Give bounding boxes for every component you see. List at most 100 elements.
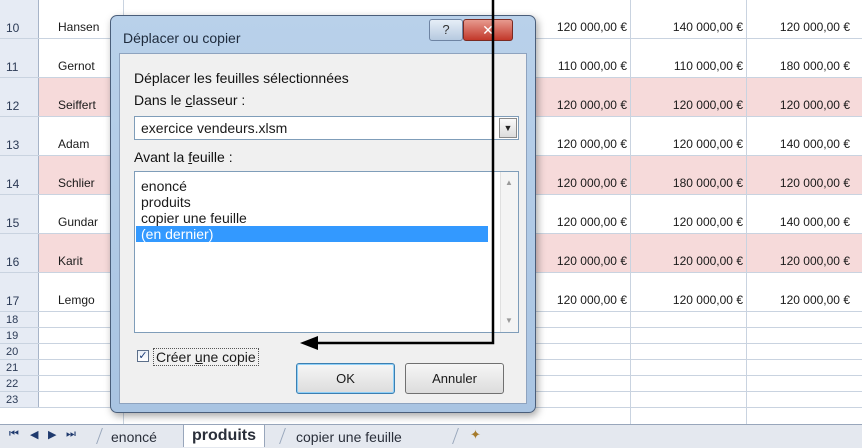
scroll-down-icon[interactable]: ▼ [505, 316, 513, 325]
amount-cell[interactable]: 140 000,00 € [780, 137, 850, 151]
amount-cell[interactable]: 140 000,00 € [673, 20, 743, 34]
workbook-label: Dans le classeur : [134, 92, 245, 108]
column-gridline [746, 0, 747, 424]
tab-divider [279, 428, 286, 444]
amount-cell[interactable]: 180 000,00 € [673, 176, 743, 190]
row-header[interactable]: 14 [0, 156, 39, 194]
row-number: 23 [6, 394, 19, 406]
row-header[interactable]: 17 [0, 273, 39, 311]
seller-name-cell[interactable]: Gernot [58, 59, 95, 73]
move-sheets-label: Déplacer les feuilles sélectionnées [134, 70, 349, 86]
tab-divider [452, 428, 459, 444]
row-number: 14 [6, 177, 20, 191]
amount-cell[interactable]: 120 000,00 € [673, 137, 743, 151]
amount-cell[interactable]: 120 000,00 € [557, 137, 627, 151]
row-number: 11 [6, 60, 19, 74]
amount-cell[interactable]: 120 000,00 € [557, 176, 627, 190]
previous-sheet-button[interactable]: ◀ [30, 428, 38, 441]
chevron-down-icon[interactable]: ▼ [499, 118, 517, 138]
row-header[interactable]: 19 [0, 328, 39, 343]
next-sheet-button[interactable]: ▶ [48, 428, 56, 441]
amount-cell[interactable]: 180 000,00 € [780, 59, 850, 73]
row-number: 19 [6, 330, 19, 342]
amount-cell[interactable]: 120 000,00 € [557, 215, 627, 229]
tab-divider [96, 428, 103, 444]
amount-cell[interactable]: 110 000,00 € [674, 59, 743, 73]
list-item[interactable]: produits [136, 194, 488, 210]
seller-name-cell[interactable]: Adam [58, 137, 89, 151]
amount-cell[interactable]: 120 000,00 € [557, 98, 627, 112]
create-copy-label[interactable]: Créer une copie [153, 348, 259, 366]
list-item[interactable]: enoncé [136, 178, 488, 194]
amount-cell[interactable]: 120 000,00 € [780, 254, 850, 268]
list-item-selected[interactable]: (en dernier) [136, 226, 488, 242]
seller-name-cell[interactable]: Karit [58, 254, 83, 268]
amount-cell[interactable]: 120 000,00 € [673, 98, 743, 112]
seller-name-cell[interactable]: Schlier [58, 176, 95, 190]
row-header[interactable]: 21 [0, 360, 39, 375]
amount-cell[interactable]: 110 000,00 € [558, 59, 627, 73]
ok-button[interactable]: OK [296, 363, 395, 394]
tab-produits[interactable]: produits [183, 425, 265, 447]
amount-cell[interactable]: 120 000,00 € [780, 98, 850, 112]
before-sheet-label-text: euille : [192, 149, 233, 165]
amount-cell[interactable]: 120 000,00 € [557, 293, 627, 307]
create-copy-label-text: ne copie [202, 349, 256, 365]
create-copy-label-text: Créer [156, 349, 195, 365]
amount-cell[interactable]: 140 000,00 € [780, 215, 850, 229]
row-number: 18 [6, 314, 19, 326]
seller-name-cell[interactable]: Gundar [58, 215, 98, 229]
dialog-body: Déplacer les feuilles sélectionnées Dans… [119, 53, 527, 404]
scroll-up-icon[interactable]: ▲ [505, 178, 513, 187]
list-scrollbar[interactable]: ▲ ▼ [500, 172, 518, 332]
workbook-label-text: Dans le [134, 92, 186, 108]
row-header[interactable]: 23 [0, 392, 39, 407]
last-sheet-button[interactable]: ⏭ [66, 428, 76, 441]
amount-cell[interactable]: 120 000,00 € [780, 20, 850, 34]
checkmark-icon[interactable]: ✓ [137, 350, 149, 362]
workbook-select-value: exercice vendeurs.xlsm [141, 120, 288, 136]
amount-cell[interactable]: 120 000,00 € [557, 254, 627, 268]
amount-cell[interactable]: 120 000,00 € [673, 254, 743, 268]
row-header[interactable]: 16 [0, 234, 39, 272]
row-number: 17 [6, 294, 20, 308]
row-header[interactable]: 10 [0, 0, 39, 38]
workbook-label-text: lasseur : [192, 92, 246, 108]
help-button[interactable]: ? [429, 19, 463, 41]
row-header[interactable]: 12 [0, 78, 39, 116]
amount-cell[interactable]: 120 000,00 € [557, 20, 627, 34]
row-number: 12 [6, 99, 20, 113]
seller-name-cell[interactable]: Seiffert [58, 98, 96, 112]
row-number: 13 [6, 138, 20, 152]
tab-enonce[interactable]: enoncé [111, 427, 157, 447]
before-sheet-label: Avant la feuille : [134, 149, 233, 165]
row-header[interactable]: 13 [0, 117, 39, 155]
amount-cell[interactable]: 120 000,00 € [673, 215, 743, 229]
row-header[interactable]: 20 [0, 344, 39, 359]
row-header[interactable]: 11 [0, 39, 39, 77]
cancel-button[interactable]: Annuler [405, 363, 504, 394]
workbook-select[interactable]: exercice vendeurs.xlsm ▼ [134, 116, 519, 140]
sheet-tab-bar: ⏮ ◀ ▶ ⏭ enoncé produits copier une feuil… [0, 424, 862, 448]
create-copy-label-accesskey: u [194, 349, 203, 365]
amount-cell[interactable]: 120 000,00 € [780, 176, 850, 190]
move-or-copy-dialog: Déplacer ou copier ? ✕ Déplacer les feui… [110, 15, 536, 413]
amount-cell[interactable]: 120 000,00 € [780, 293, 850, 307]
insert-sheet-icon[interactable]: ✦ [470, 427, 481, 443]
row-number: 15 [6, 216, 20, 230]
list-item[interactable]: copier une feuille [136, 210, 488, 226]
row-number: 22 [6, 378, 19, 390]
seller-name-cell[interactable]: Hansen [58, 20, 99, 34]
first-sheet-button[interactable]: ⏮ [9, 428, 19, 441]
row-header[interactable]: 22 [0, 376, 39, 391]
dialog-title: Déplacer ou copier [123, 30, 241, 46]
row-header[interactable]: 15 [0, 195, 39, 233]
column-gridline [630, 0, 631, 424]
sheet-list[interactable]: enoncé produits copier une feuille (en d… [134, 171, 519, 333]
row-header[interactable]: 18 [0, 312, 39, 327]
close-button[interactable]: ✕ [463, 19, 513, 41]
tab-copier-une-feuille[interactable]: copier une feuille [296, 427, 402, 447]
amount-cell[interactable]: 120 000,00 € [673, 293, 743, 307]
seller-name-cell[interactable]: Lemgo [58, 293, 95, 307]
row-number: 10 [6, 21, 20, 35]
